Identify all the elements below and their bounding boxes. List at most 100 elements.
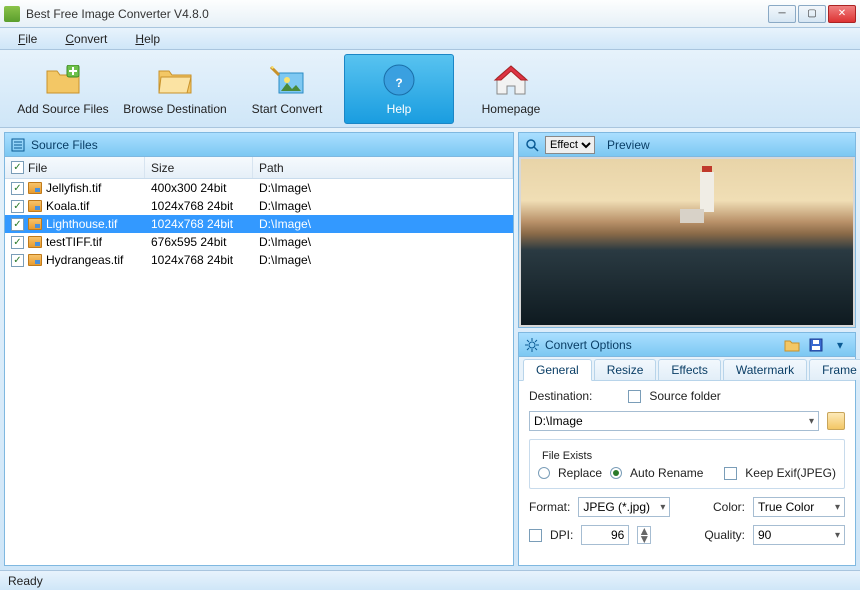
file-path: D:\Image\ [253,179,513,197]
close-button[interactable]: ✕ [828,5,856,23]
status-text: Ready [8,574,43,588]
file-name: Jellyfish.tif [46,181,101,195]
browse-destination-button[interactable]: Browse Destination [120,54,230,124]
file-path: D:\Image\ [253,233,513,251]
statusbar: Ready [0,570,860,590]
destination-label: Destination: [529,389,592,403]
keep-exif-checkbox[interactable] [724,467,737,480]
lighthouse-graphic [700,172,714,212]
dpi-spinner[interactable]: ▲▼ [637,526,651,544]
table-row[interactable]: ✓Hydrangeas.tif1024x768 24bitD:\Image\ [5,251,513,269]
file-size: 1024x768 24bit [145,215,253,233]
image-file-icon [28,254,42,266]
column-size[interactable]: Size [145,157,253,178]
file-name: Hydrangeas.tif [46,253,123,267]
quality-combo[interactable]: 90 [753,525,845,545]
format-combo[interactable]: JPEG (*.jpg) [578,497,670,517]
file-list[interactable]: ✓Jellyfish.tif400x300 24bitD:\Image\✓Koa… [5,179,513,565]
file-name: Koala.tif [46,199,89,213]
source-files-panel: Source Files ✓ File Size Path ✓ Jellyfish… [4,132,514,566]
image-file-icon [28,218,42,230]
column-path[interactable]: Path [253,157,513,178]
file-name: testTIFF.tif [46,235,102,249]
open-options-button[interactable] [783,336,801,354]
replace-label: Replace [558,466,602,480]
file-size: 1024x768 24bit [145,197,253,215]
tab-watermark[interactable]: Watermark [723,359,807,380]
panel-title: Convert Options [545,338,632,352]
content-area: Source Files ✓ File Size Path ✓ Jellyfish… [0,128,860,570]
menu-file[interactable]: File [6,30,49,48]
file-exists-legend: File Exists [538,450,596,462]
tab-general[interactable]: General [523,359,592,381]
dpi-label: DPI: [550,528,573,542]
color-label: Color: [713,500,745,514]
menu-convert[interactable]: Convert [53,30,119,48]
color-combo[interactable]: True Color [753,497,845,517]
tab-effects[interactable]: Effects [658,359,720,380]
source-folder-label: Source folder [649,389,720,403]
options-tabs: General Resize Effects Watermark Frame [519,357,855,381]
file-path: D:\Image\ [253,215,513,233]
row-checkbox[interactable]: ✓ [11,254,24,267]
browse-folder-button[interactable] [827,412,845,430]
help-button[interactable]: ? Help [344,54,454,124]
tab-frame[interactable]: Frame [809,359,860,380]
home-icon [493,62,529,98]
select-all-checkbox[interactable]: ✓ [11,161,24,174]
gear-icon [525,338,539,352]
table-row[interactable]: ✓Lighthouse.tif1024x768 24bitD:\Image\ [5,215,513,233]
file-size: 676x595 24bit [145,233,253,251]
image-file-icon [28,182,42,194]
convert-options-panel: Convert Options ▾ General Resize Effects… [518,332,856,566]
house-graphic [680,209,704,223]
list-icon [11,138,25,152]
homepage-button[interactable]: Homepage [456,54,566,124]
effect-select[interactable]: Effect [545,136,595,154]
auto-rename-radio[interactable] [610,467,622,479]
row-checkbox[interactable]: ✓ [11,182,24,195]
image-file-icon [28,200,42,212]
quality-label: Quality: [704,528,745,542]
file-size: 1024x768 24bit [145,251,253,269]
auto-rename-label: Auto Rename [630,466,703,480]
list-header: ✓ File Size Path [5,157,513,179]
right-column: Effect Preview Convert Options ▾ [518,132,856,566]
row-checkbox[interactable]: ✓ [11,218,24,231]
toolbar: Add Source Files Browse Destination Star… [0,50,860,128]
row-checkbox[interactable]: ✓ [11,236,24,249]
menubar: File Convert Help [0,28,860,50]
app-icon [4,6,20,22]
tab-resize[interactable]: Resize [594,359,657,380]
source-files-header: Source Files [5,133,513,157]
save-options-button[interactable] [807,336,825,354]
image-file-icon [28,236,42,248]
maximize-button[interactable]: ▢ [798,5,826,23]
toolbar-label: Browse Destination [123,102,226,116]
magnifier-icon [525,138,539,152]
column-file[interactable]: ✓ File [5,157,145,178]
start-convert-button[interactable]: Start Convert [232,54,342,124]
dpi-input[interactable] [581,525,629,545]
window-title: Best Free Image Converter V4.8.0 [26,7,768,21]
keep-exif-label: Keep Exif(JPEG) [745,466,836,480]
panel-title: Source Files [31,138,98,152]
destination-combo[interactable]: D:\Image [529,411,819,431]
table-row[interactable]: ✓Jellyfish.tif400x300 24bitD:\Image\ [5,179,513,197]
add-source-files-button[interactable]: Add Source Files [8,54,118,124]
preview-body [519,157,855,327]
preview-panel: Effect Preview [518,132,856,328]
replace-radio[interactable] [538,467,550,479]
dpi-checkbox[interactable] [529,529,542,542]
toolbar-label: Start Convert [252,102,323,116]
toolbar-label: Homepage [482,102,541,116]
svg-text:?: ? [395,76,402,90]
table-row[interactable]: ✓ testTIFF.tif 676x595 24bitD:\Image\ [5,233,513,251]
collapse-options-button[interactable]: ▾ [831,336,849,354]
source-folder-checkbox[interactable] [628,390,641,403]
menu-help[interactable]: Help [123,30,172,48]
general-tab-body: Destination: Source folder D:\Image File… [519,381,855,565]
minimize-button[interactable]: ─ [768,5,796,23]
row-checkbox[interactable]: ✓ [11,200,24,213]
table-row[interactable]: ✓Koala.tif1024x768 24bitD:\Image\ [5,197,513,215]
